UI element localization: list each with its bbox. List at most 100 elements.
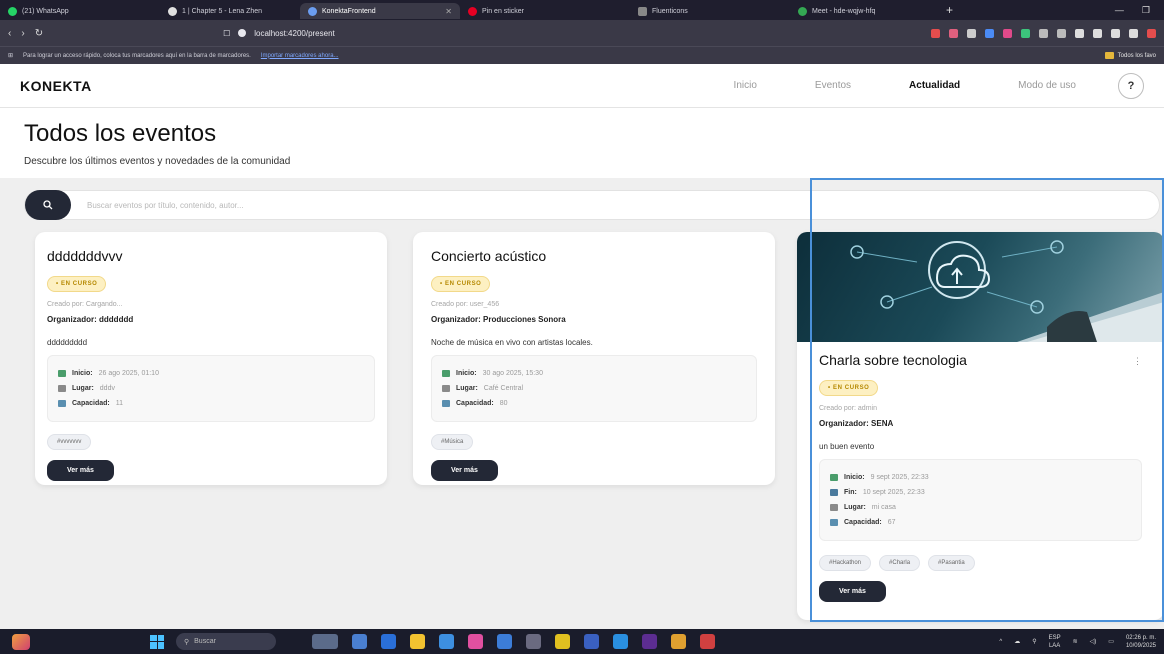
tag-chip[interactable]: #Charla (879, 555, 921, 571)
extension-icon[interactable] (1057, 28, 1066, 38)
file-explorer-icon[interactable] (410, 634, 425, 649)
organizer-label: Organizador: (819, 419, 869, 428)
edge-icon[interactable] (439, 634, 454, 649)
browser-tab-fluenticons[interactable]: Fluenticons (630, 3, 790, 19)
todo-icon[interactable] (497, 634, 512, 649)
taskbar: ⚲ Buscar ^ ☁ ⚲ ESP LAA ≋ ◁) ▭ 02:26 p. m… (0, 629, 1164, 654)
download-icon[interactable] (1075, 28, 1084, 38)
nav-modo-de-uso[interactable]: Modo de uso (1018, 80, 1076, 91)
search-icon: ⚲ (184, 638, 190, 646)
taskbar-search[interactable]: ⚲ Buscar (176, 633, 276, 650)
site-info-icon[interactable] (238, 29, 247, 37)
task-view-icon[interactable] (312, 634, 338, 649)
tag-chip[interactable]: #Música (431, 434, 474, 450)
event-card: ⋮ Charla sobre tecnologia • EN CURSO Cre… (797, 232, 1164, 620)
visual-studio-icon[interactable] (642, 634, 657, 649)
language-indicator[interactable]: ESP LAA (1049, 634, 1061, 650)
back-icon[interactable]: ‹ (8, 28, 11, 39)
event-details: Inicio: 9 sept 2025, 22:33 Fin: 10 sept 20… (819, 459, 1142, 541)
chrome-icon[interactable] (700, 634, 715, 649)
browser-tab-pinterest[interactable]: Pin en sticker (460, 3, 620, 19)
restore-icon[interactable]: ❐ (1142, 5, 1150, 16)
calendar-icon (830, 474, 838, 481)
extension-icon[interactable] (967, 28, 976, 38)
wifi-icon[interactable]: ≋ (1073, 638, 1078, 645)
import-bookmarks-link[interactable]: Importar marcadores ahora... (261, 53, 339, 59)
battery-icon[interactable]: ▭ (1108, 638, 1114, 645)
vscode-icon[interactable] (613, 634, 628, 649)
detail-label: Lugar: (72, 385, 94, 392)
event-tags: #Música (431, 434, 757, 450)
brand-logo[interactable]: KONEKTA (20, 78, 92, 94)
clock[interactable]: 02:26 p. m. 10/09/2025 (1126, 634, 1156, 650)
app-icon[interactable] (381, 634, 396, 649)
extension-icon[interactable] (985, 28, 994, 38)
start-button[interactable] (150, 634, 164, 649)
forward-icon[interactable]: › (21, 28, 24, 39)
detail-label: Inicio: (72, 370, 93, 377)
browser-tab-whatsapp[interactable]: (21) WhatsApp (0, 3, 120, 19)
profile-icon[interactable] (1147, 28, 1156, 38)
tag-chip[interactable]: #vvvvvvv (47, 434, 92, 450)
bookmarks-bar: ⊞ Para lograr un acceso rápido, coloca t… (0, 46, 1164, 64)
tag-chip[interactable]: #Pasantia (928, 555, 975, 571)
nav-eventos[interactable]: Eventos (815, 80, 851, 91)
app-icon[interactable] (352, 634, 367, 649)
event-created-by: Creado por: admin (819, 405, 877, 412)
browser-tab-konekta[interactable]: KonektaFrontend ✕ (300, 3, 460, 19)
search-button[interactable] (25, 190, 71, 220)
organizer-value: ddddddd (99, 315, 134, 324)
app-icon[interactable] (671, 634, 686, 649)
ver-mas-button[interactable]: Ver más (47, 460, 114, 481)
event-card-body: Charla sobre tecnologia • EN CURSO Cread… (797, 342, 1164, 612)
angular-icon (308, 6, 317, 16)
card-menu-icon[interactable]: ⋮ (1133, 356, 1142, 367)
browser-tab-meet[interactable]: Meet - hde-wqjw-hfq (790, 3, 940, 19)
app-icon[interactable] (468, 634, 483, 649)
extension-icon[interactable] (1039, 28, 1048, 38)
cloud-icon[interactable]: ☁ (1014, 638, 1020, 645)
volume-icon[interactable]: ◁) (1090, 638, 1097, 645)
calendar-icon (58, 370, 66, 377)
app-icon[interactable] (584, 634, 599, 649)
tag-chip[interactable]: #Hackathon (819, 555, 872, 571)
reload-icon[interactable]: ↻ (35, 28, 43, 39)
location-icon[interactable]: ⚲ (1032, 638, 1036, 645)
url-field[interactable]: ☐ localhost:4200/present (223, 29, 335, 38)
browser-tab-bar: (21) WhatsApp 1 | Chapter 5 - Lena Zhen … (0, 0, 1164, 20)
cloud-technology-illustration (850, 240, 1164, 342)
ver-mas-button[interactable]: Ver más (819, 581, 886, 602)
all-favorites-button[interactable]: Todos los favo (1104, 52, 1156, 59)
browser-tab-chapter[interactable]: 1 | Chapter 5 - Lena Zhen (160, 3, 300, 19)
nav-actualidad[interactable]: Actualidad (909, 80, 960, 91)
minimize-icon[interactable]: — (1115, 5, 1124, 16)
favorites-icon[interactable] (1111, 28, 1120, 38)
app-icon[interactable] (555, 634, 570, 649)
detail-value: Café Central (483, 385, 524, 392)
tab-label: KonektaFrontend (322, 7, 376, 15)
nav-inicio[interactable]: Inicio (734, 80, 757, 91)
clock-time: 02:26 p. m. (1125, 634, 1156, 641)
calendar-icon (442, 370, 450, 377)
extension-icon[interactable] (931, 28, 940, 38)
close-tab-icon[interactable]: ✕ (445, 7, 452, 16)
location-icon (830, 504, 838, 511)
event-organizer: Organizador: Producciones Sonora (431, 315, 757, 324)
help-button[interactable]: ? (1118, 72, 1144, 99)
apps-icon[interactable]: ⊞ (8, 52, 13, 59)
app-icon[interactable] (526, 634, 541, 649)
ver-mas-button[interactable]: Ver más (431, 460, 498, 481)
new-tab-button[interactable]: + (946, 3, 953, 17)
event-details: Inicio: 30 ago 2025, 15:30 Lugar: Café Cen… (431, 355, 757, 422)
widgets-icon[interactable] (12, 633, 30, 650)
extension-icon[interactable] (1003, 28, 1012, 38)
extension-icon[interactable] (949, 28, 958, 38)
collections-icon[interactable] (1129, 28, 1138, 38)
tab-list-icon[interactable]: ☐ (223, 29, 230, 38)
chevron-up-icon[interactable]: ^ (999, 639, 1002, 645)
event-tags: #vvvvvvv (47, 434, 375, 450)
extension-icon[interactable] (1021, 28, 1030, 38)
split-screen-icon[interactable] (1093, 28, 1102, 38)
search-input[interactable] (87, 200, 887, 210)
detail-row: Inicio: 30 ago 2025, 15:30 (442, 370, 746, 377)
